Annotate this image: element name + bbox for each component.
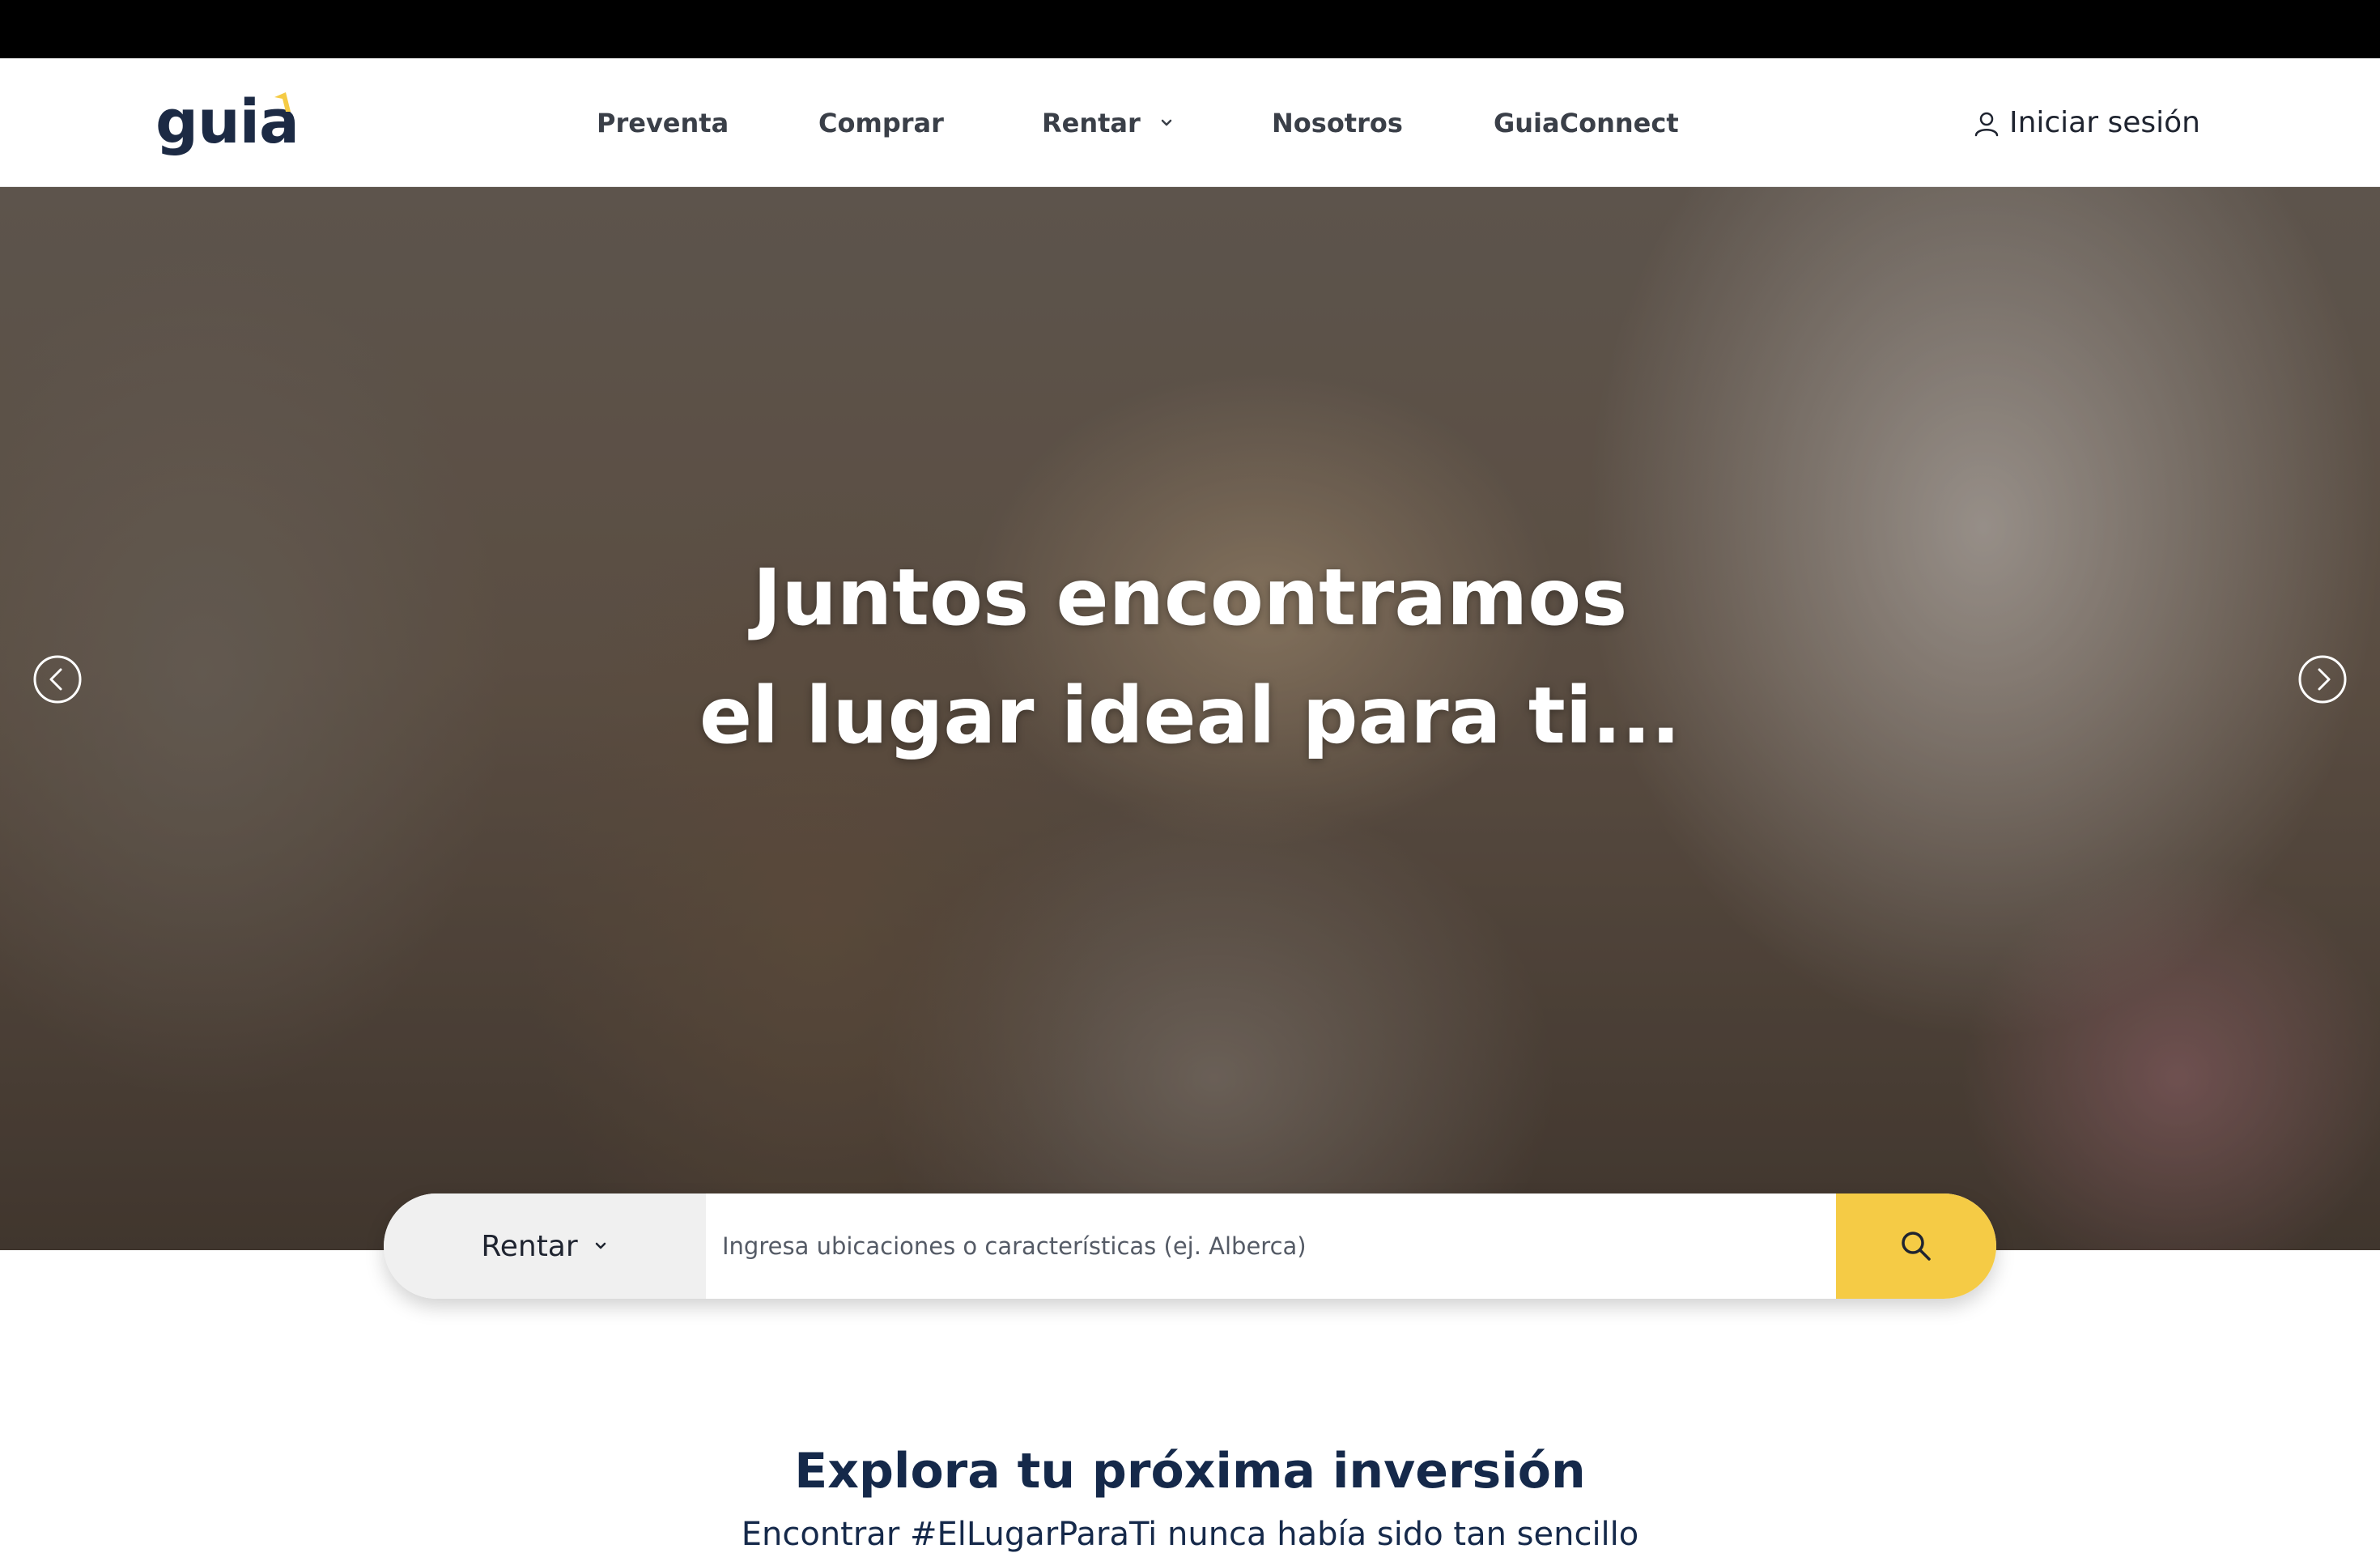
- search-icon: [1902, 1232, 1931, 1261]
- chevron-down-icon: [595, 1242, 606, 1249]
- section-title: Explora tu próxima inversión: [794, 1443, 1586, 1500]
- nav-item-nosotros[interactable]: Nosotros: [1272, 58, 1403, 187]
- search-button[interactable]: [1836, 1193, 1996, 1299]
- user-icon: [1974, 112, 1999, 136]
- site-header: guia Preventa Comprar Rentar Nosotros Gu…: [0, 58, 2380, 187]
- nav-item-label: GuiaConnect: [1494, 107, 1679, 138]
- search-type-dropdown[interactable]: Rentar: [384, 1193, 706, 1299]
- chevron-left-circle-icon[interactable]: [32, 654, 83, 704]
- hero-banner: Juntos encontramos el lugar ideal para t…: [0, 187, 2380, 1250]
- nav-item-preventa[interactable]: Preventa: [597, 58, 729, 187]
- search-input[interactable]: [706, 1193, 1836, 1299]
- search-bar: Rentar: [384, 1193, 1996, 1299]
- hero-title-line: Juntos encontramos: [752, 552, 1628, 643]
- login-button[interactable]: Iniciar sesión: [1972, 58, 2200, 187]
- chevron-right-circle-icon[interactable]: [2297, 654, 2348, 704]
- nav-item-comprar[interactable]: Comprar: [818, 58, 944, 187]
- nav-item-rentar[interactable]: Rentar: [1042, 58, 1175, 187]
- nav-item-label: Rentar: [1042, 107, 1141, 138]
- top-black-bar: [0, 0, 2380, 58]
- logo-accent-mark: [274, 92, 291, 112]
- logo[interactable]: guia: [155, 86, 309, 159]
- search-type-label: Rentar: [481, 1229, 578, 1263]
- nav-item-label: Comprar: [818, 107, 944, 138]
- section-subtitle: Encontrar #ElLugarParaTi nunca había sid…: [741, 1516, 1639, 1553]
- nav-item-label: Preventa: [597, 107, 729, 138]
- login-label: Iniciar sesión: [2008, 106, 2200, 139]
- hero-title-line: el lugar ideal para ti...: [699, 670, 1681, 761]
- nav-item-guiaconnect[interactable]: GuiaConnect: [1494, 58, 1679, 187]
- hero-title: Juntos encontramos el lugar ideal para t…: [0, 538, 2380, 775]
- nav-item-label: Nosotros: [1272, 107, 1403, 138]
- chevron-down-icon: [1161, 119, 1172, 126]
